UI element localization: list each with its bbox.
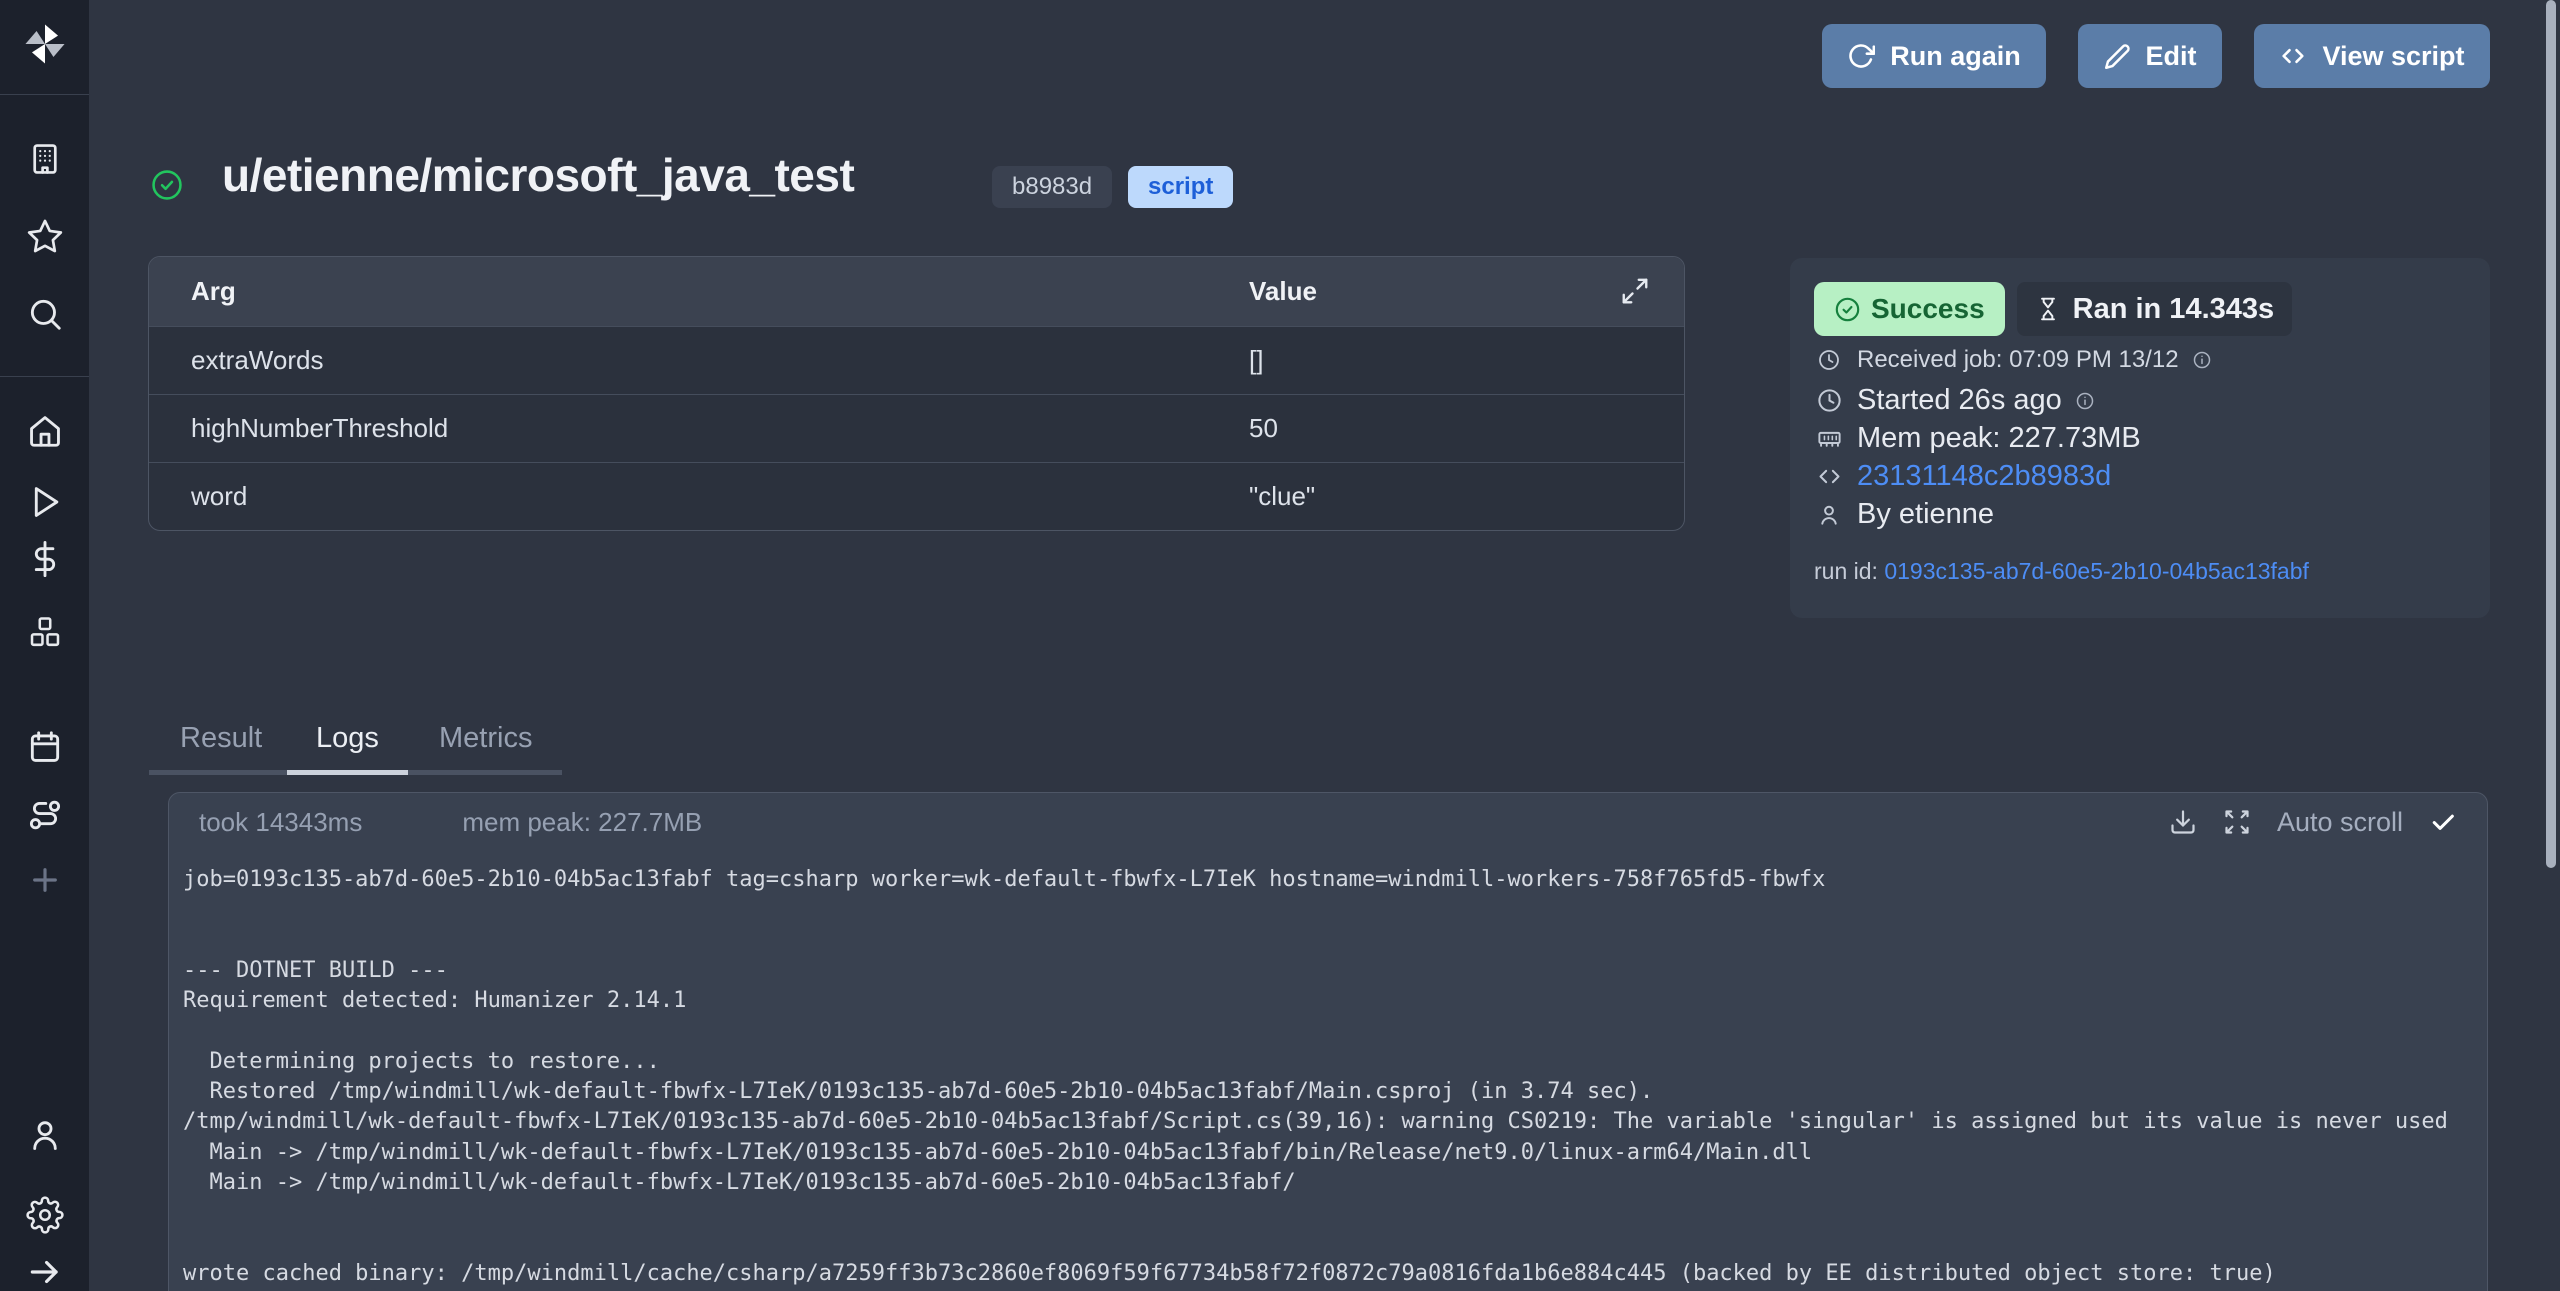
hourglass-icon — [2035, 296, 2061, 322]
log-panel-header: took 14343ms mem peak: 227.7MB Auto scro… — [169, 793, 2487, 851]
expand-log-icon[interactable] — [2223, 808, 2251, 836]
clock-icon — [1814, 348, 1844, 372]
edit-label: Edit — [2146, 41, 2197, 72]
arg-value: 50 — [1249, 413, 1278, 444]
schedules-calendar-icon[interactable] — [0, 728, 89, 766]
status-label: Success — [1871, 293, 1985, 325]
add-plus-icon[interactable] — [0, 861, 89, 899]
log-mem-peak-label: mem peak: 227.7MB — [462, 807, 702, 838]
args-col-value: Value — [1249, 276, 1317, 307]
tab-result[interactable]: Result — [180, 722, 262, 755]
author-row: By etienne — [1814, 498, 1994, 531]
search-icon[interactable] — [0, 295, 89, 333]
edit-button[interactable]: Edit — [2078, 24, 2222, 88]
usage-dollar-icon[interactable] — [0, 540, 89, 578]
tab-metrics[interactable]: Metrics — [439, 722, 532, 755]
runs-icon[interactable] — [0, 483, 89, 521]
args-table-header: Arg Value — [149, 257, 1684, 326]
log-output[interactable]: job=0193c135-ab7d-60e5-2b10-04b5ac13fabf… — [183, 865, 2486, 1291]
args-table: Arg Value extraWords [] highNumberThresh… — [148, 256, 1685, 531]
arg-value: "clue" — [1249, 481, 1315, 512]
favorites-star-icon[interactable] — [0, 217, 89, 255]
run-again-label: Run again — [1890, 41, 2021, 72]
arg-value: [] — [1249, 345, 1263, 376]
author-label: By etienne — [1857, 498, 1994, 531]
run-id-link[interactable]: 0193c135-ab7d-60e5-2b10-04b5ac13fabf — [1884, 558, 2309, 584]
download-log-icon[interactable] — [2169, 808, 2197, 836]
args-col-arg: Arg — [149, 276, 236, 307]
script-hash-badge[interactable]: b8983d — [992, 166, 1112, 208]
started-row: Started 26s ago — [1814, 384, 2095, 417]
mem-peak-row: Mem peak: 227.73MB — [1814, 422, 2141, 455]
script-kind-badge[interactable]: script — [1128, 166, 1233, 208]
args-row: extraWords [] — [149, 326, 1684, 394]
tab-logs[interactable]: Logs — [316, 722, 379, 755]
run-info-panel: Success Ran in 14.343s Received job: 07:… — [1790, 258, 2490, 618]
page-title: u/etienne/microsoft_java_test — [222, 148, 854, 202]
user-icon — [1814, 502, 1844, 528]
arg-name: extraWords — [149, 345, 323, 376]
expand-args-icon[interactable] — [1620, 276, 1650, 306]
pencil-icon — [2104, 43, 2131, 70]
log-took-label: took 14343ms — [199, 807, 362, 838]
user-icon[interactable] — [0, 1116, 89, 1154]
view-script-label: View script — [2322, 41, 2464, 72]
tab-underline-track — [149, 770, 287, 775]
args-row: highNumberThreshold 50 — [149, 394, 1684, 462]
sidebar — [0, 0, 89, 1291]
duration-chip: Ran in 14.343s — [2017, 282, 2293, 336]
check-circle-icon — [1834, 296, 1861, 323]
collapse-sidebar-arrow-icon[interactable] — [0, 1253, 89, 1291]
script-hash-row: 23131148c2b8983d — [1814, 460, 2111, 493]
page-scrollbar-thumb[interactable] — [2546, 0, 2556, 868]
clock-icon — [1814, 387, 1844, 414]
run-again-button[interactable]: Run again — [1822, 24, 2046, 88]
auto-scroll-checkbox[interactable] — [2429, 808, 2457, 836]
info-icon[interactable] — [2075, 391, 2095, 411]
status-badge: Success — [1814, 282, 2005, 336]
tab-underline-track — [408, 770, 562, 775]
settings-gear-icon[interactable] — [0, 1196, 89, 1234]
args-row: word "clue" — [149, 462, 1684, 530]
started-label: Started 26s ago — [1857, 384, 2062, 417]
arg-name: highNumberThreshold — [149, 413, 448, 444]
sidebar-divider — [0, 376, 89, 377]
memory-icon — [1814, 425, 1844, 452]
success-check-circle-icon — [150, 168, 184, 202]
resources-icon[interactable] — [0, 613, 89, 651]
tab-active-indicator — [287, 770, 408, 775]
run-id-row: run id: 0193c135-ab7d-60e5-2b10-04b5ac13… — [1814, 558, 2309, 585]
code-icon — [2279, 42, 2307, 70]
view-script-button[interactable]: View script — [2254, 24, 2490, 88]
windmill-run-page: Run again Edit View script u/etienne/mic… — [0, 0, 2560, 1291]
auto-scroll-label: Auto scroll — [2277, 807, 2403, 838]
sidebar-divider — [0, 94, 89, 95]
received-label: Received job: 07:09 PM 13/12 — [1857, 346, 2179, 374]
workspace-icon[interactable] — [0, 140, 89, 178]
refresh-icon — [1847, 42, 1875, 70]
code-icon — [1814, 463, 1844, 490]
mem-peak-label: Mem peak: 227.73MB — [1857, 422, 2141, 455]
windmill-logo-icon[interactable] — [0, 21, 89, 67]
arg-name: word — [149, 481, 247, 512]
info-icon[interactable] — [2192, 350, 2212, 370]
log-panel: took 14343ms mem peak: 227.7MB Auto scro… — [168, 792, 2488, 1291]
duration-label: Ran in 14.343s — [2073, 293, 2275, 326]
received-row: Received job: 07:09 PM 13/12 — [1814, 346, 2212, 374]
run-id-label: run id: — [1814, 558, 1878, 584]
home-icon[interactable] — [0, 412, 89, 450]
flows-route-icon[interactable] — [0, 796, 89, 834]
script-hash-link[interactable]: 23131148c2b8983d — [1857, 460, 2111, 493]
